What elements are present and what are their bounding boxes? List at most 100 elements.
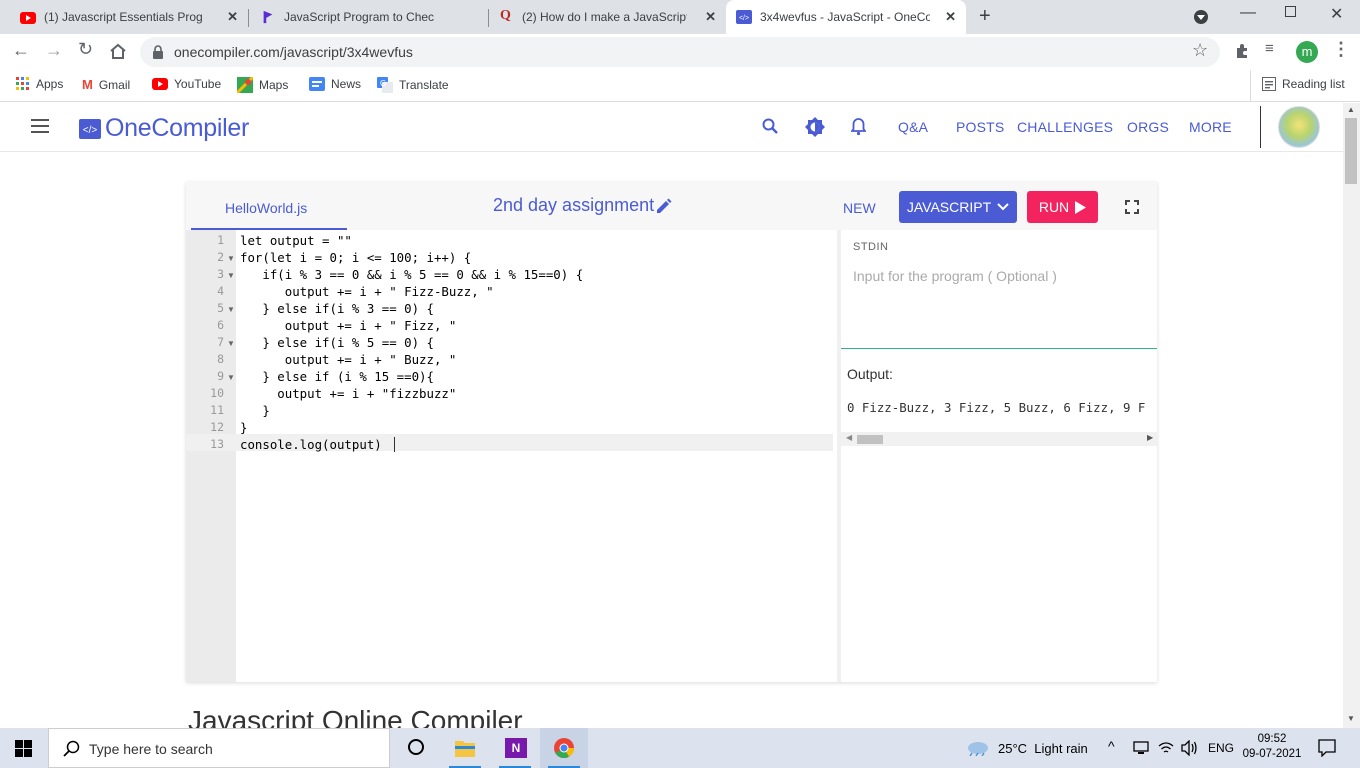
new-tab-plus-icon[interactable]: + <box>979 5 991 28</box>
chrome-menu-icon[interactable]: ⋮ <box>1332 39 1350 60</box>
speaker-volume-icon[interactable] <box>1181 740 1199 756</box>
browser-tab-2[interactable]: JavaScript Program to Check Wh <box>250 0 488 34</box>
chrome-taskbar-button[interactable] <box>540 728 588 768</box>
page-content: HelloWorld.js 2nd day assignment NEW JAV… <box>0 152 1343 728</box>
chrome-icon <box>554 738 575 759</box>
hamburger-menu-icon[interactable] <box>31 119 49 133</box>
onenote-icon[interactable]: N <box>505 738 527 758</box>
nav-qa[interactable]: Q&A <box>898 119 928 135</box>
input-language[interactable]: ENG <box>1208 741 1234 755</box>
scroll-left-arrow-icon[interactable]: ◀ <box>846 433 852 442</box>
bookmark-news[interactable]: News <box>309 77 361 91</box>
fold-arrow-icon[interactable]: ▼ <box>227 301 235 318</box>
tab-search-icon[interactable] <box>1194 10 1208 24</box>
media-control-icon[interactable]: ≡ <box>1265 40 1274 57</box>
close-tab-icon[interactable]: ✕ <box>227 9 238 25</box>
fold-arrow-icon[interactable]: ▼ <box>227 267 235 284</box>
search-icon[interactable] <box>762 118 779 135</box>
page-vertical-scrollbar[interactable]: ▲ ▼ <box>1343 103 1360 728</box>
close-tab-icon[interactable]: ✕ <box>945 9 956 25</box>
edit-pencil-icon[interactable] <box>655 198 672 215</box>
back-arrow-icon[interactable]: ← <box>12 40 30 61</box>
scrollbar-thumb[interactable] <box>1345 118 1357 184</box>
clock[interactable]: 09:52 09-07-2021 <box>1242 732 1302 762</box>
forward-arrow-icon[interactable]: → <box>45 40 63 61</box>
new-button[interactable]: NEW <box>843 200 876 216</box>
line-number: 3 <box>217 267 224 281</box>
reading-list-icon <box>1262 77 1276 91</box>
extensions-puzzle-icon[interactable] <box>1234 43 1250 59</box>
nav-posts[interactable]: POSTS <box>956 119 1004 135</box>
chevron-down-icon <box>997 203 1009 211</box>
address-bar[interactable]: onecompiler.com/javascript/3x4wevfus ☆ <box>140 37 1220 67</box>
code-editor[interactable]: 1 2 3 4 5 6 7 8 9 10 11 12 13 ▼ ▼ ▼ ▼ ▼ … <box>186 230 833 682</box>
notification-center-icon[interactable] <box>1318 739 1336 757</box>
run-label: RUN <box>1038 199 1070 215</box>
reading-list-button[interactable]: Reading list <box>1262 77 1345 91</box>
scroll-right-arrow-icon[interactable]: ▶ <box>1147 433 1153 442</box>
fullscreen-icon[interactable] <box>1125 200 1139 214</box>
weather-text[interactable]: 25°C Light rain <box>998 741 1088 756</box>
browser-tab-3[interactable]: Q (2) How do I make a JavaScript fo ✕ <box>490 0 726 34</box>
weather-rain-cloud-icon[interactable] <box>966 740 990 756</box>
lock-icon[interactable] <box>152 45 164 59</box>
taskbar-search-box[interactable]: Type here to search <box>48 728 390 768</box>
line-number: 13 <box>210 437 224 451</box>
youtube-icon <box>20 12 36 24</box>
stdin-textarea[interactable]: Input for the program ( Optional ) <box>841 260 1157 348</box>
clock-date: 09-07-2021 <box>1242 748 1302 760</box>
editor-header: HelloWorld.js 2nd day assignment NEW JAV… <box>186 182 1157 230</box>
cortana-icon[interactable] <box>408 739 424 755</box>
bookmark-apps[interactable]: Apps <box>16 77 63 91</box>
home-icon[interactable] <box>109 43 127 60</box>
bookmark-maps[interactable]: Maps <box>237 77 288 93</box>
fold-arrow-icon[interactable]: ▼ <box>227 369 235 386</box>
language-select-button[interactable]: JAVASCRIPT <box>899 191 1017 223</box>
project-title[interactable]: 2nd day assignment <box>493 195 654 216</box>
minimize-icon[interactable]: — <box>1240 4 1256 22</box>
profile-avatar[interactable]: m <box>1296 41 1318 63</box>
close-window-icon[interactable]: ✕ <box>1330 4 1343 24</box>
io-panel: STDIN Input for the program ( Optional )… <box>837 230 1157 682</box>
windows-start-icon[interactable] <box>15 740 32 757</box>
browser-tab-1[interactable]: (1) Javascript Essentials Program ✕ <box>0 0 248 34</box>
network-icon[interactable] <box>1133 741 1149 755</box>
bookmark-label: Gmail <box>98 77 131 92</box>
bookmark-star-icon[interactable]: ☆ <box>1192 40 1208 61</box>
notification-bell-icon[interactable] <box>851 118 866 136</box>
show-hidden-icons-chevron-icon[interactable]: ^ <box>1108 738 1115 754</box>
apps-grid-icon <box>16 77 29 90</box>
nav-challenges[interactable]: CHALLENGES <box>1017 119 1113 135</box>
fold-arrow-icon[interactable]: ▼ <box>227 250 235 267</box>
tab-divider <box>248 9 249 27</box>
bookmark-youtube[interactable]: YouTube <box>152 77 221 91</box>
file-explorer-icon[interactable] <box>455 739 475 757</box>
site-logo[interactable]: </> OneCompiler <box>79 114 249 143</box>
scrollbar-thumb[interactable] <box>857 435 883 444</box>
line-number: 5 <box>217 301 224 315</box>
restore-icon[interactable] <box>1285 6 1296 17</box>
nav-more[interactable]: MORE <box>1189 119 1232 135</box>
browser-tab-4-active[interactable]: </> 3x4wevfus - JavaScript - OneCom ✕ <box>726 0 966 34</box>
run-button[interactable]: RUN <box>1027 191 1098 223</box>
fold-arrow-icon[interactable]: ▼ <box>227 335 235 352</box>
scroll-down-arrow-icon[interactable]: ▼ <box>1347 714 1355 723</box>
nav-orgs[interactable]: ORGS <box>1127 119 1169 135</box>
theme-toggle-icon[interactable] <box>805 117 825 137</box>
svg-text:G: G <box>380 79 386 88</box>
browser-toolbar: ← → ↻ onecompiler.com/javascript/3x4wevf… <box>0 34 1360 70</box>
tab-title: (2) How do I make a JavaScript fo <box>522 10 687 24</box>
close-tab-icon[interactable]: ✕ <box>705 9 716 25</box>
bookmark-label: Apps <box>36 77 64 91</box>
reload-icon[interactable]: ↻ <box>78 39 93 60</box>
url-text: onecompiler.com/javascript/3x4wevfus <box>174 44 413 60</box>
scroll-up-arrow-icon[interactable]: ▲ <box>1347 105 1355 114</box>
output-horizontal-scrollbar[interactable]: ◀ ▶ <box>841 432 1157 446</box>
maps-icon <box>237 77 253 93</box>
bookmark-gmail[interactable]: M Gmail <box>82 77 130 92</box>
file-tab[interactable]: HelloWorld.js <box>225 200 307 216</box>
user-avatar[interactable] <box>1278 106 1320 148</box>
wifi-icon[interactable] <box>1158 741 1174 755</box>
code-line: output += i + " Fizz, " <box>240 318 457 333</box>
bookmark-translate[interactable]: G Translate <box>377 77 449 93</box>
